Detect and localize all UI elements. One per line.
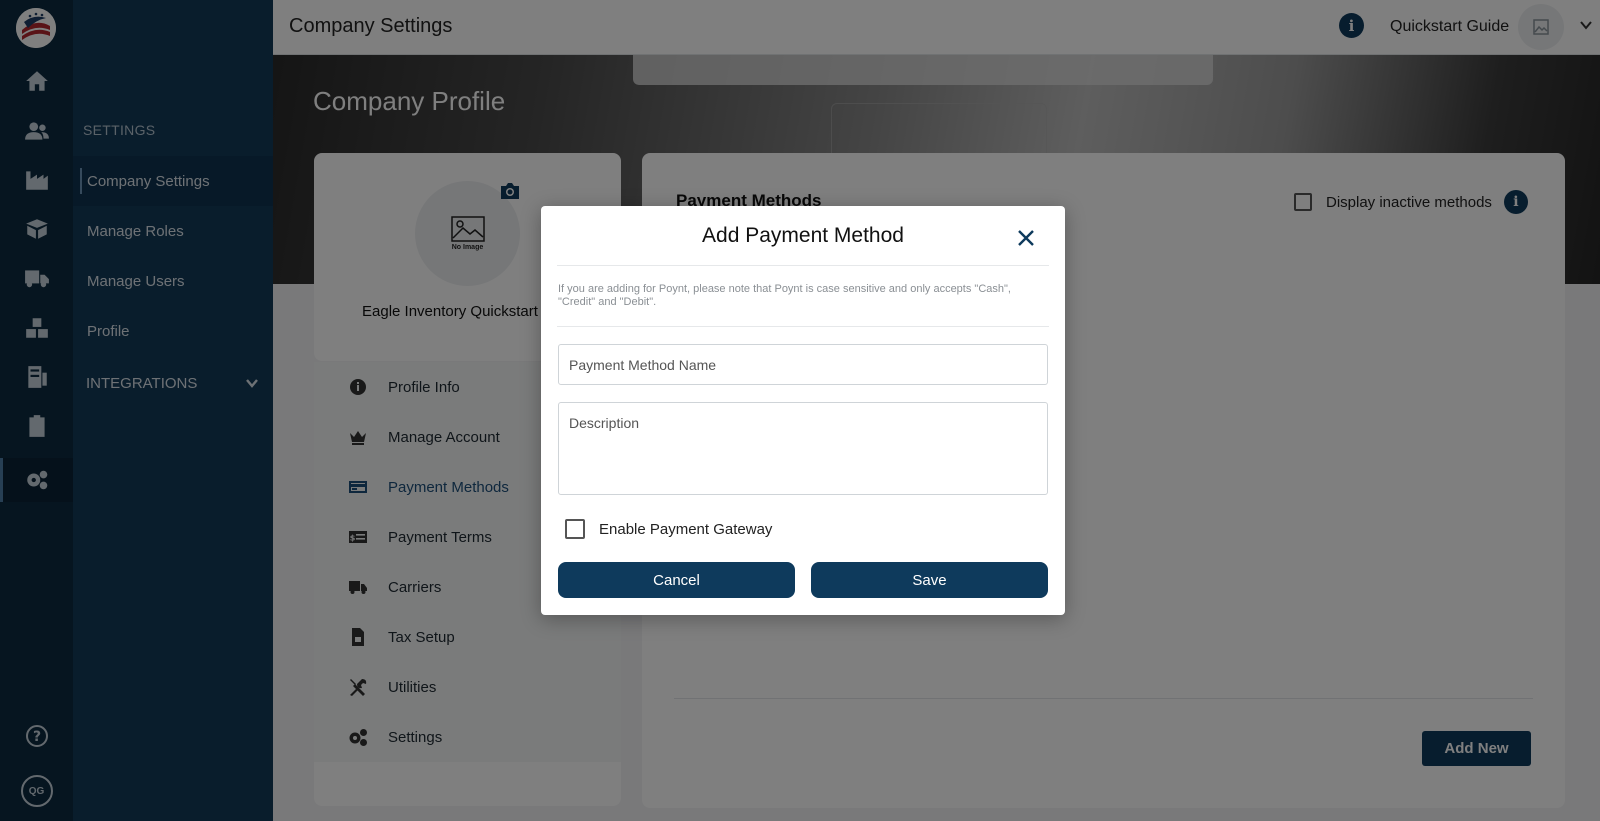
save-button[interactable]: Save	[811, 562, 1048, 598]
divider	[557, 265, 1049, 266]
modal-title: Add Payment Method	[702, 224, 904, 247]
cancel-button[interactable]: Cancel	[558, 562, 795, 598]
add-payment-method-modal: Add Payment Method If you are adding for…	[541, 206, 1065, 615]
enable-payment-gateway-toggle[interactable]: Enable Payment Gateway	[565, 519, 772, 539]
payment-gateway-checkbox[interactable]	[565, 519, 585, 539]
poynt-note: If you are adding for Poynt, please note…	[558, 283, 1011, 308]
close-icon[interactable]	[1014, 226, 1038, 250]
payment-gateway-label: Enable Payment Gateway	[599, 520, 773, 538]
divider	[557, 326, 1049, 327]
payment-method-name-input[interactable]	[558, 344, 1048, 385]
description-textarea[interactable]	[558, 402, 1048, 495]
